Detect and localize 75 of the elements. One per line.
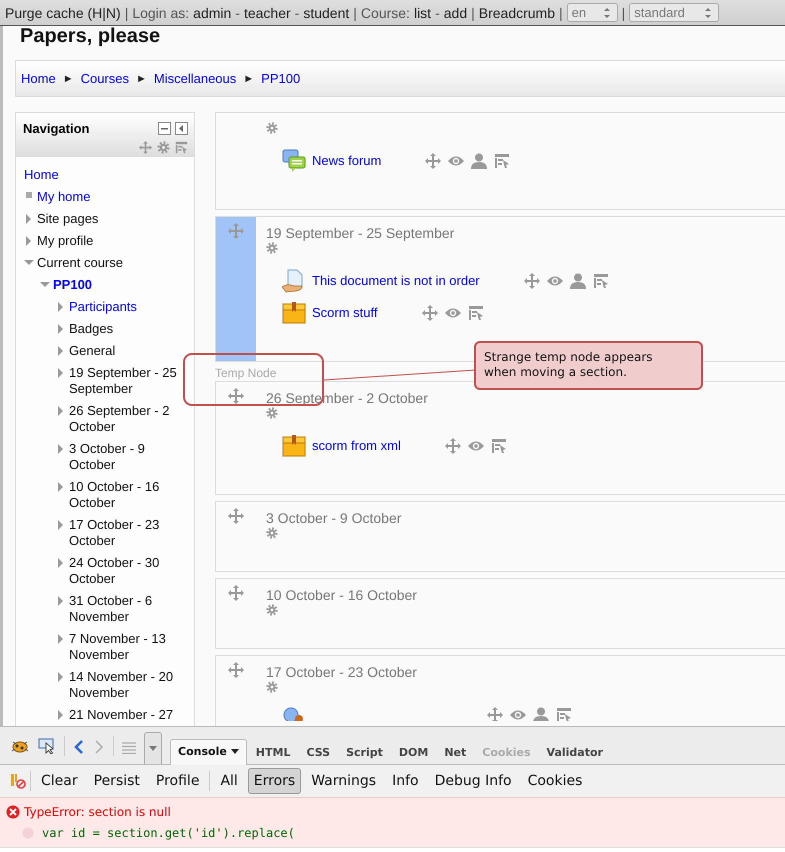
navigation-item[interactable]: 3 October - 9 October — [69, 438, 184, 476]
top-label: Course: — [360, 4, 410, 20]
activity-link[interactable]: scorm from xml — [312, 438, 401, 453]
navigation-item[interactable]: My home — [37, 186, 90, 208]
separator: | — [471, 4, 475, 20]
section-title: 10 October - 16 October — [266, 587, 417, 603]
trail-link[interactable]: Home — [21, 71, 56, 86]
separator: | — [124, 4, 128, 20]
console-command-button[interactable]: Persist — [88, 768, 146, 794]
top-link[interactable]: student — [303, 4, 350, 20]
separator: | — [622, 4, 626, 20]
navigation-item[interactable]: 21 November - 27 — [69, 704, 174, 726]
separator: | — [353, 4, 357, 20]
activity-link[interactable]: This document is not in order — [312, 273, 480, 288]
top-link[interactable]: list — [414, 4, 432, 20]
activity-link[interactable]: Scorm stuff — [312, 305, 378, 320]
top-link[interactable]: Breadcrumb — [478, 4, 556, 20]
breadcrumb-separator: ► — [243, 72, 254, 84]
panel-tab[interactable]: Console — [170, 739, 247, 765]
panel-tab[interactable]: DOM — [392, 741, 436, 764]
navigation-item[interactable]: Participants — [69, 296, 137, 318]
navigation-item[interactable]: General — [69, 340, 116, 362]
section-title: 19 September - 25 September — [266, 225, 454, 241]
top-link[interactable]: add — [444, 4, 468, 20]
trail-link[interactable]: PP100 — [261, 71, 300, 86]
code-line: var id = section.get('id').replace( — [42, 826, 295, 840]
navigation-item[interactable]: Site pages — [37, 208, 98, 230]
navigation-item[interactable]: 31 October - 6 November — [69, 590, 184, 628]
select-field[interactable]: standard — [629, 3, 720, 22]
trail-link[interactable]: Courses — [80, 71, 129, 86]
panel-tab[interactable]: CSS — [299, 741, 338, 764]
trail-link[interactable]: Miscellaneous — [154, 71, 236, 86]
panel-tab[interactable]: Net — [437, 741, 474, 764]
separator: | — [559, 4, 563, 20]
navigation-item[interactable]: Current course — [37, 252, 123, 274]
separator: - — [294, 4, 300, 20]
navigation-item[interactable]: 19 September - 25 September — [69, 362, 184, 400]
filter-button[interactable]: Warnings — [305, 768, 382, 794]
select-field[interactable]: en — [566, 3, 618, 22]
filter-button[interactable]: Errors — [248, 768, 302, 794]
breadcrumb-separator: ► — [62, 72, 74, 84]
section-title: 3 October - 9 October — [266, 510, 402, 526]
filter-button[interactable]: Info — [386, 768, 425, 794]
navigation-item[interactable]: 24 October - 30 October — [69, 552, 184, 590]
top-link[interactable]: Purge cache (H|N) — [5, 4, 121, 20]
block-title: Navigation — [23, 121, 90, 136]
top-link[interactable]: admin — [193, 4, 232, 20]
filter-button[interactable]: All — [214, 768, 244, 794]
panel-tab[interactable]: Script — [339, 741, 390, 764]
temp-node-label: Temp Node — [215, 366, 276, 380]
navigation-item[interactable]: 17 October - 23 October — [69, 514, 184, 552]
error-message: TypeError: section is null — [24, 804, 171, 818]
filter-button[interactable]: Cookies — [522, 768, 588, 794]
separator: - — [235, 4, 240, 20]
navigation-item[interactable]: 26 September - 2 October — [69, 400, 184, 438]
console-command-button[interactable]: Profile — [150, 768, 206, 794]
separator: - — [435, 4, 440, 20]
filter-button[interactable]: Debug Info — [428, 768, 518, 794]
annotation-callout: Strange temp node appears when moving a section. — [474, 341, 703, 390]
navigation-item[interactable]: PP100 — [53, 274, 92, 296]
console-command-button[interactable]: Clear — [35, 768, 84, 794]
navigation-item[interactable]: 7 November - 13 November — [69, 628, 184, 666]
navigation-item[interactable]: Home — [24, 164, 59, 186]
navigation-item[interactable]: My profile — [37, 230, 94, 252]
navigation-item[interactable]: Badges — [69, 318, 114, 340]
activity-link[interactable]: News forum — [312, 153, 382, 168]
top-label: Login as: — [132, 4, 190, 20]
navigation-item[interactable]: 14 November - 20 November — [69, 666, 184, 704]
breadcrumb-separator: ► — [136, 72, 147, 84]
panel-tab[interactable]: HTML — [248, 741, 298, 764]
panel-tab[interactable]: Validator — [540, 741, 610, 764]
top-link[interactable]: teacher — [244, 4, 291, 20]
navigation-item[interactable]: 10 October - 16 October — [69, 476, 184, 514]
section-title: 17 October - 23 October — [266, 664, 417, 680]
page-title: Papers, please — [19, 26, 162, 46]
